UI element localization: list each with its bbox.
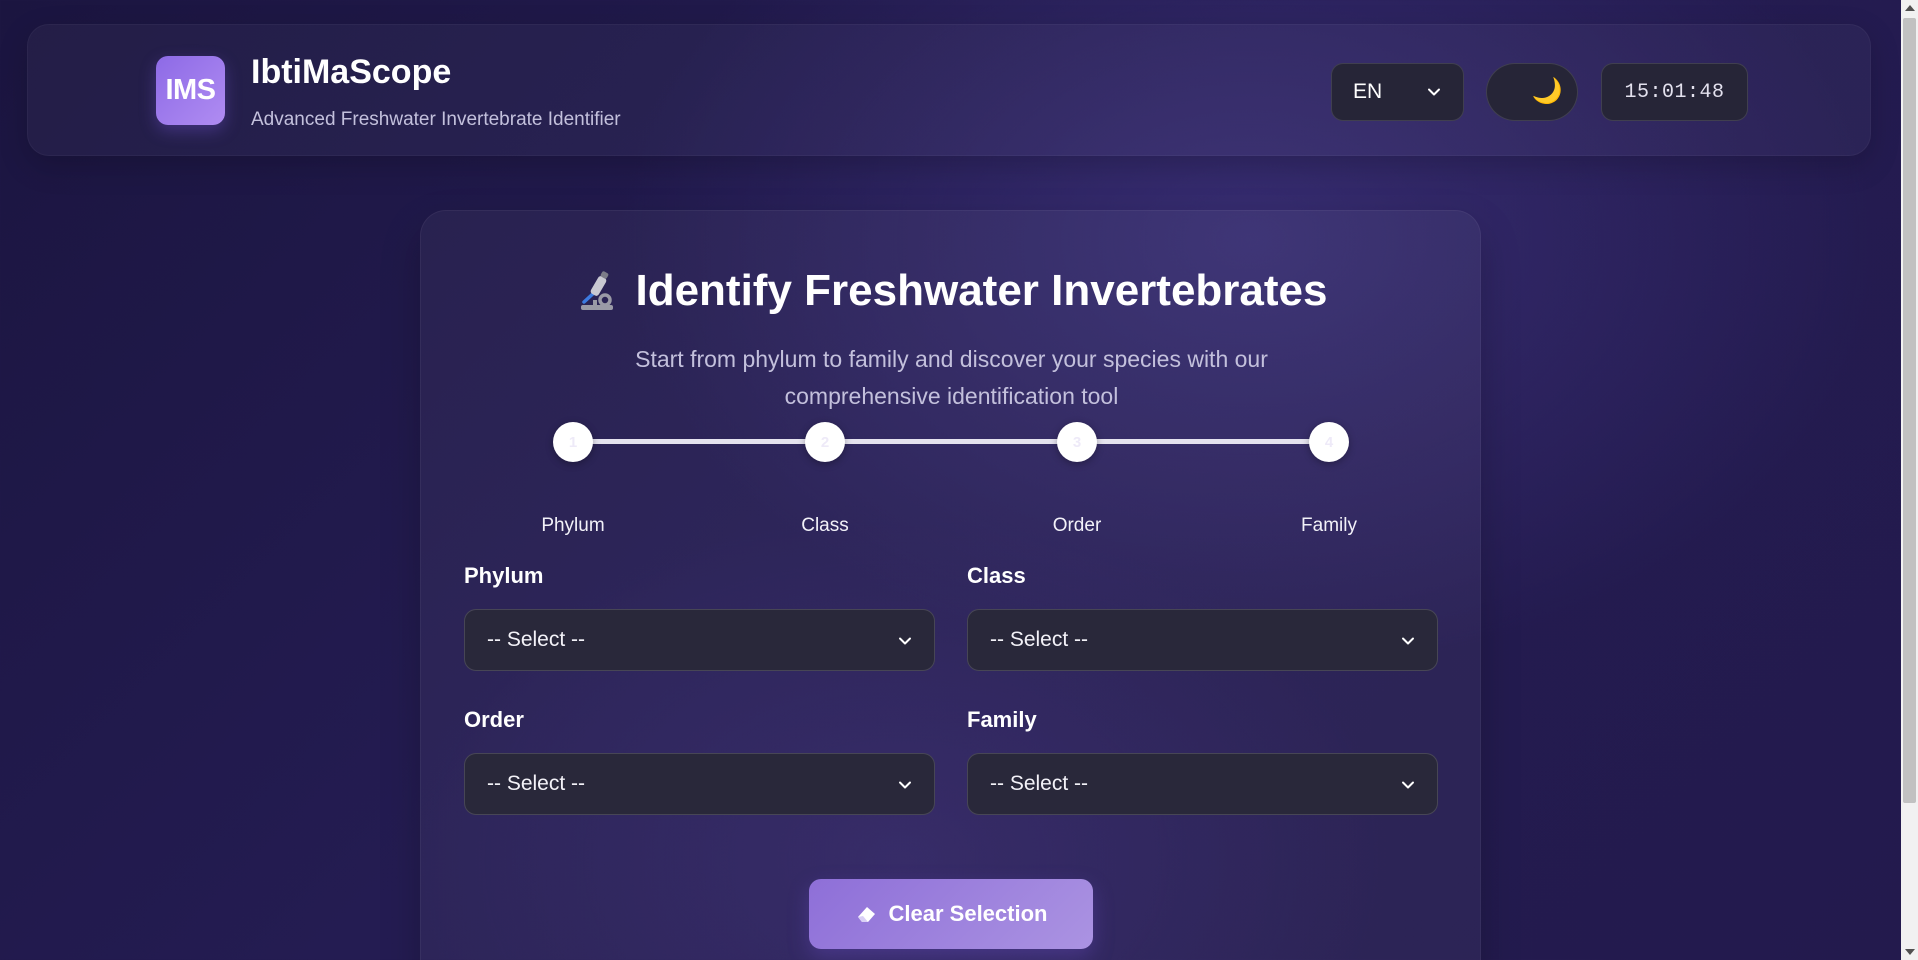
scroll-up-icon[interactable] xyxy=(1905,5,1915,11)
scroll-down-icon[interactable] xyxy=(1905,949,1915,955)
step-progress-line xyxy=(573,439,1329,444)
app-subtitle: Advanced Freshwater Invertebrate Identif… xyxy=(251,109,621,130)
step-2-label: Class xyxy=(801,515,849,536)
logo-text: IMS xyxy=(165,74,216,106)
logo-badge: IMS xyxy=(156,56,225,125)
chevron-down-icon xyxy=(1402,781,1414,789)
microscope-icon xyxy=(581,271,614,310)
chevron-down-icon xyxy=(899,781,911,789)
page-scrollbar[interactable] xyxy=(1901,0,1918,960)
language-select[interactable]: EN xyxy=(1331,63,1464,121)
step-4-number: 4 xyxy=(1324,433,1334,451)
step-1-dot: 1 xyxy=(553,422,593,462)
step-1-number: 1 xyxy=(568,433,578,451)
chevron-down-icon xyxy=(1428,88,1440,96)
step-3-dot: 3 xyxy=(1057,422,1097,462)
family-select[interactable]: -- Select -- xyxy=(967,753,1438,815)
clear-selection-button[interactable]: Clear Selection xyxy=(809,879,1093,949)
class-select-value: -- Select -- xyxy=(990,628,1089,651)
clear-selection-label: Clear Selection xyxy=(888,901,1048,926)
step-4-label: Family xyxy=(1301,515,1357,536)
step-4-dot: 4 xyxy=(1309,422,1349,462)
class-select[interactable]: -- Select -- xyxy=(967,609,1438,671)
order-select-value: -- Select -- xyxy=(487,772,586,795)
theme-toggle[interactable]: 🌙 xyxy=(1486,63,1578,121)
card-title: Identify Freshwater Invertebrates xyxy=(635,266,1328,315)
class-label: Class xyxy=(967,563,1026,588)
step-1-label: Phylum xyxy=(541,515,605,536)
phylum-label: Phylum xyxy=(464,563,544,588)
chevron-down-icon xyxy=(899,637,911,645)
card-title-row: Identify Freshwater Invertebrates xyxy=(421,263,1482,319)
step-2-number: 2 xyxy=(820,433,830,451)
moon-icon: 🌙 xyxy=(1531,77,1563,105)
clock-display: 15:01:48 xyxy=(1601,63,1748,121)
card-subtitle: Start from phylum to family and discover… xyxy=(635,346,1268,409)
family-label: Family xyxy=(967,707,1037,732)
phylum-select[interactable]: -- Select -- xyxy=(464,609,935,671)
identify-card: Identify Freshwater Invertebrates Start … xyxy=(420,210,1481,960)
step-3-label: Order xyxy=(1052,515,1102,536)
order-select[interactable]: -- Select -- xyxy=(464,753,935,815)
step-3-number: 3 xyxy=(1072,433,1082,451)
step-2-dot: 2 xyxy=(805,422,845,462)
eraser-icon xyxy=(857,907,875,922)
app-header: IMS IbtiMaScope Advanced Freshwater Inve… xyxy=(27,24,1871,156)
order-label: Order xyxy=(464,707,524,732)
phylum-select-value: -- Select -- xyxy=(487,628,586,651)
language-value: EN xyxy=(1353,80,1383,103)
scrollbar-thumb[interactable] xyxy=(1903,18,1916,803)
family-select-value: -- Select -- xyxy=(990,772,1089,795)
app-title: IbtiMaScope xyxy=(251,53,452,91)
chevron-down-icon xyxy=(1402,637,1414,645)
